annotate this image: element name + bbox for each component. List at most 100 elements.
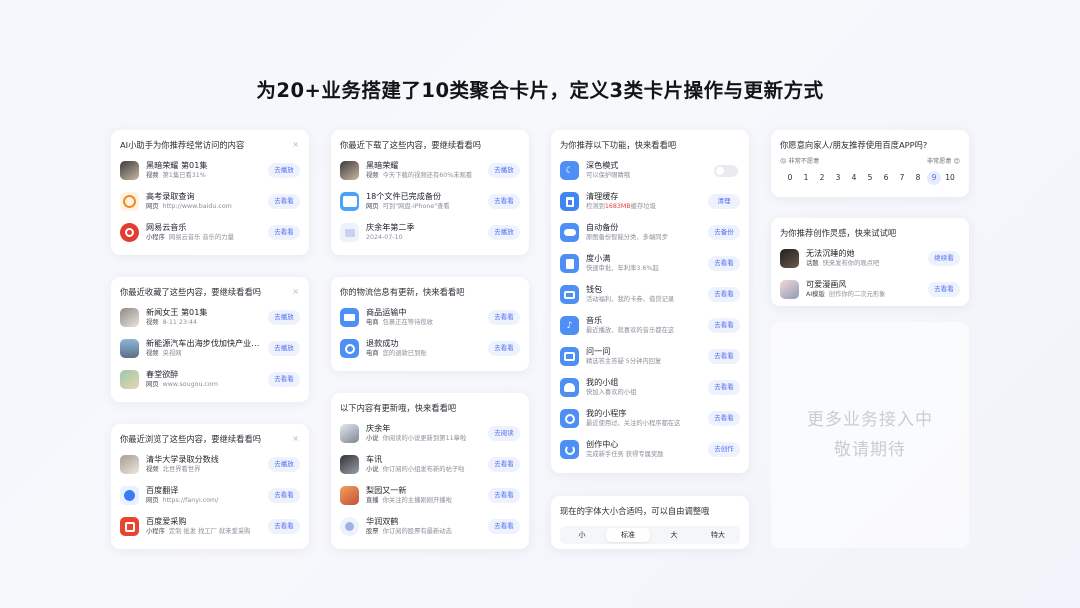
view-button[interactable]: 去看看: [488, 519, 520, 534]
font-size-small[interactable]: 小: [560, 526, 604, 544]
anime-avatar: [780, 280, 799, 299]
close-icon[interactable]: ×: [292, 286, 299, 298]
list-item[interactable]: 我的小组 快加入喜欢的小组 去看看: [560, 372, 740, 403]
view-button[interactable]: 去看看: [928, 282, 960, 297]
item-title: 高考录取查询: [146, 191, 195, 201]
item-subtitle: 包裹正在等待揽收: [382, 319, 433, 326]
view-button[interactable]: 去看看: [488, 194, 520, 209]
score-option[interactable]: 5: [863, 171, 877, 185]
score-option[interactable]: 1: [799, 171, 813, 185]
item-subtitle: 今天下载的视频还有60%未观看: [382, 172, 473, 179]
score-option[interactable]: 10: [943, 171, 957, 185]
list-item[interactable]: 春堂欲醉 网页 www.sougou.com 去看看: [120, 364, 300, 395]
close-icon[interactable]: ×: [292, 433, 299, 445]
list-item[interactable]: 我的小程序 最近使用过、关注的小程序都在这 去看看: [560, 403, 740, 434]
play-button[interactable]: 去播放: [488, 163, 520, 178]
play-button[interactable]: 去播放: [488, 225, 520, 240]
view-button[interactable]: 去看看: [268, 519, 300, 534]
play-button[interactable]: 去播放: [268, 310, 300, 325]
view-button[interactable]: 去看看: [708, 256, 740, 271]
continue-button[interactable]: 继续看: [928, 251, 960, 266]
drama-thumbnail: [340, 161, 359, 180]
card-title: 你最近下载了这些内容，要继续看看吗: [340, 140, 482, 150]
list-item[interactable]: 问一问 精选答主答疑 5分钟内回复 去看看: [560, 341, 740, 372]
card-title: 你的物流信息有更新，快来看看吧: [340, 287, 465, 297]
view-button[interactable]: 去看看: [488, 341, 520, 356]
close-icon[interactable]: ×: [292, 139, 299, 151]
list-item[interactable]: 高考录取查询 网页 http://www.baidu.com 去看看: [120, 186, 300, 217]
view-button[interactable]: 去看看: [268, 372, 300, 387]
list-item[interactable]: 庆余年第二季 2024-07-10 去播放: [340, 217, 520, 248]
score-option[interactable]: 2: [815, 171, 829, 185]
list-item[interactable]: 钱包 活动福利、我的卡券、借贷记录 去看看: [560, 279, 740, 310]
card-title: 以下内容有更新哦，快来看看吧: [340, 403, 457, 413]
list-item[interactable]: 清理缓存 检测到1683MB缓存垃圾 清理: [560, 186, 740, 217]
play-button[interactable]: 去播放: [268, 341, 300, 356]
list-item[interactable]: ♪ 音乐 最近播放、就喜欢的音乐都在这 去看看: [560, 310, 740, 341]
list-item[interactable]: 百度爱采购 小程序 定制 批发 找工厂 就来爱采购 去看看: [120, 511, 300, 542]
play-button[interactable]: 去播放: [268, 457, 300, 472]
browsed-card: 你最近浏览了这些内容，要继续看看吗 × 清华大学录取分数线 视频 北世界看世界 去播放…: [111, 424, 309, 549]
create-button[interactable]: 去创作: [708, 442, 740, 457]
search-logo-icon: [120, 192, 139, 211]
view-button[interactable]: 去看看: [708, 349, 740, 364]
list-item[interactable]: 黑暗荣耀 第01集 视频 第1集已看31% 去播放: [120, 155, 300, 186]
list-item[interactable]: 创作中心 完成新手任务 获得专属奖励 去创作: [560, 434, 740, 465]
list-item[interactable]: 新闻女王 第01集 视频 8-11 23:44 去播放: [120, 302, 300, 333]
view-button[interactable]: 去看看: [708, 287, 740, 302]
list-item[interactable]: 清华大学录取分数线 视频 北世界看世界 去播放: [120, 449, 300, 480]
item-title: 清理缓存: [586, 191, 619, 201]
music-note-icon: ♪: [560, 316, 579, 335]
list-item[interactable]: 华润双鹤 股票 你订阅的股票有最新动态 去看看: [340, 511, 520, 542]
creation-card: 为你推荐创作灵感，快来试试吧 无法沉睡的她 话题 快来发布你的观点吧 继续看 可爱漫…: [771, 218, 969, 306]
score-option-selected[interactable]: 9: [927, 171, 941, 185]
score-option[interactable]: 4: [847, 171, 861, 185]
view-button[interactable]: 去看看: [268, 194, 300, 209]
list-item[interactable]: 无法沉睡的她 话题 快来发布你的观点吧 继续看: [780, 243, 960, 274]
view-button[interactable]: 去看看: [488, 488, 520, 503]
view-button[interactable]: 去看看: [268, 225, 300, 240]
score-option[interactable]: 6: [879, 171, 893, 185]
clean-button[interactable]: 清理: [708, 194, 740, 209]
font-size-large[interactable]: 大: [652, 526, 696, 544]
view-button[interactable]: 去看看: [488, 310, 520, 325]
view-button[interactable]: 去看看: [708, 318, 740, 333]
item-title: 百度爱采购: [146, 516, 187, 526]
list-item[interactable]: 梨园又一新 直播 你关注的主播刚刚开播啦 去看看: [340, 480, 520, 511]
font-size-xlarge[interactable]: 特大: [696, 526, 740, 544]
view-button[interactable]: 去看看: [488, 457, 520, 472]
item-tag: 视频: [146, 319, 159, 326]
dark-mode-toggle[interactable]: [714, 164, 738, 177]
play-button[interactable]: 去播放: [268, 163, 300, 178]
view-button[interactable]: 去看看: [708, 411, 740, 426]
read-button[interactable]: 去阅读: [488, 426, 520, 441]
score-option[interactable]: 0: [783, 171, 797, 185]
item-subtitle: 检测到: [586, 203, 605, 210]
backup-button[interactable]: 去备份: [708, 225, 740, 240]
list-item[interactable]: 黑暗荣耀 视频 今天下载的视频还有60%未观看 去播放: [340, 155, 520, 186]
list-item[interactable]: 18个文件已完成备份 网页 可到"网盘-iPhone"查看 去看看: [340, 186, 520, 217]
list-item[interactable]: 庆余年 小说 你阅读的小说更新到第11章啦 去阅读: [340, 418, 520, 449]
score-option[interactable]: 7: [895, 171, 909, 185]
font-size-standard[interactable]: 标准: [606, 528, 650, 542]
moon-icon: ☾: [560, 161, 579, 180]
mini-program-icon: [560, 409, 579, 428]
view-button[interactable]: 去看看: [708, 380, 740, 395]
list-item[interactable]: 百度翻译 网页 https://fanyi.com/ 去看看: [120, 480, 300, 511]
view-button[interactable]: 去看看: [268, 488, 300, 503]
list-item[interactable]: 网易云音乐 小程序 网易云音乐 音乐的力量 去看看: [120, 217, 300, 248]
item-subtitle: 你关注的主播刚刚开播啦: [382, 497, 452, 504]
question-bubble-icon: [560, 347, 579, 366]
score-option[interactable]: 8: [911, 171, 925, 185]
list-item[interactable]: ☾ 深色模式 可以保护眼睛哦: [560, 155, 740, 186]
list-item[interactable]: 度小满 快速审批、年利率3.6%起 去看看: [560, 248, 740, 279]
list-item[interactable]: 自动备份 原图备份智能分类、多端同步 去备份: [560, 217, 740, 248]
list-item[interactable]: 商品运输中 电商 包裹正在等待揽收 去看看: [340, 302, 520, 333]
list-item[interactable]: 退款成功 电商 您的退款已到账 去看看: [340, 333, 520, 364]
scale-low-label: 😣 非常不愿意: [780, 158, 820, 165]
list-item[interactable]: 新能源汽车出海步伐加快产业经… 视频 央视网 去播放: [120, 333, 300, 364]
list-item[interactable]: 车讯 小说 你订阅的小组发布新的帖子啦 去看看: [340, 449, 520, 480]
item-title: 新闻女王 第01集: [146, 307, 208, 317]
score-option[interactable]: 3: [831, 171, 845, 185]
list-item[interactable]: 可爱漫画风 AI模版 创作你的二次元形象 去看看: [780, 274, 960, 305]
